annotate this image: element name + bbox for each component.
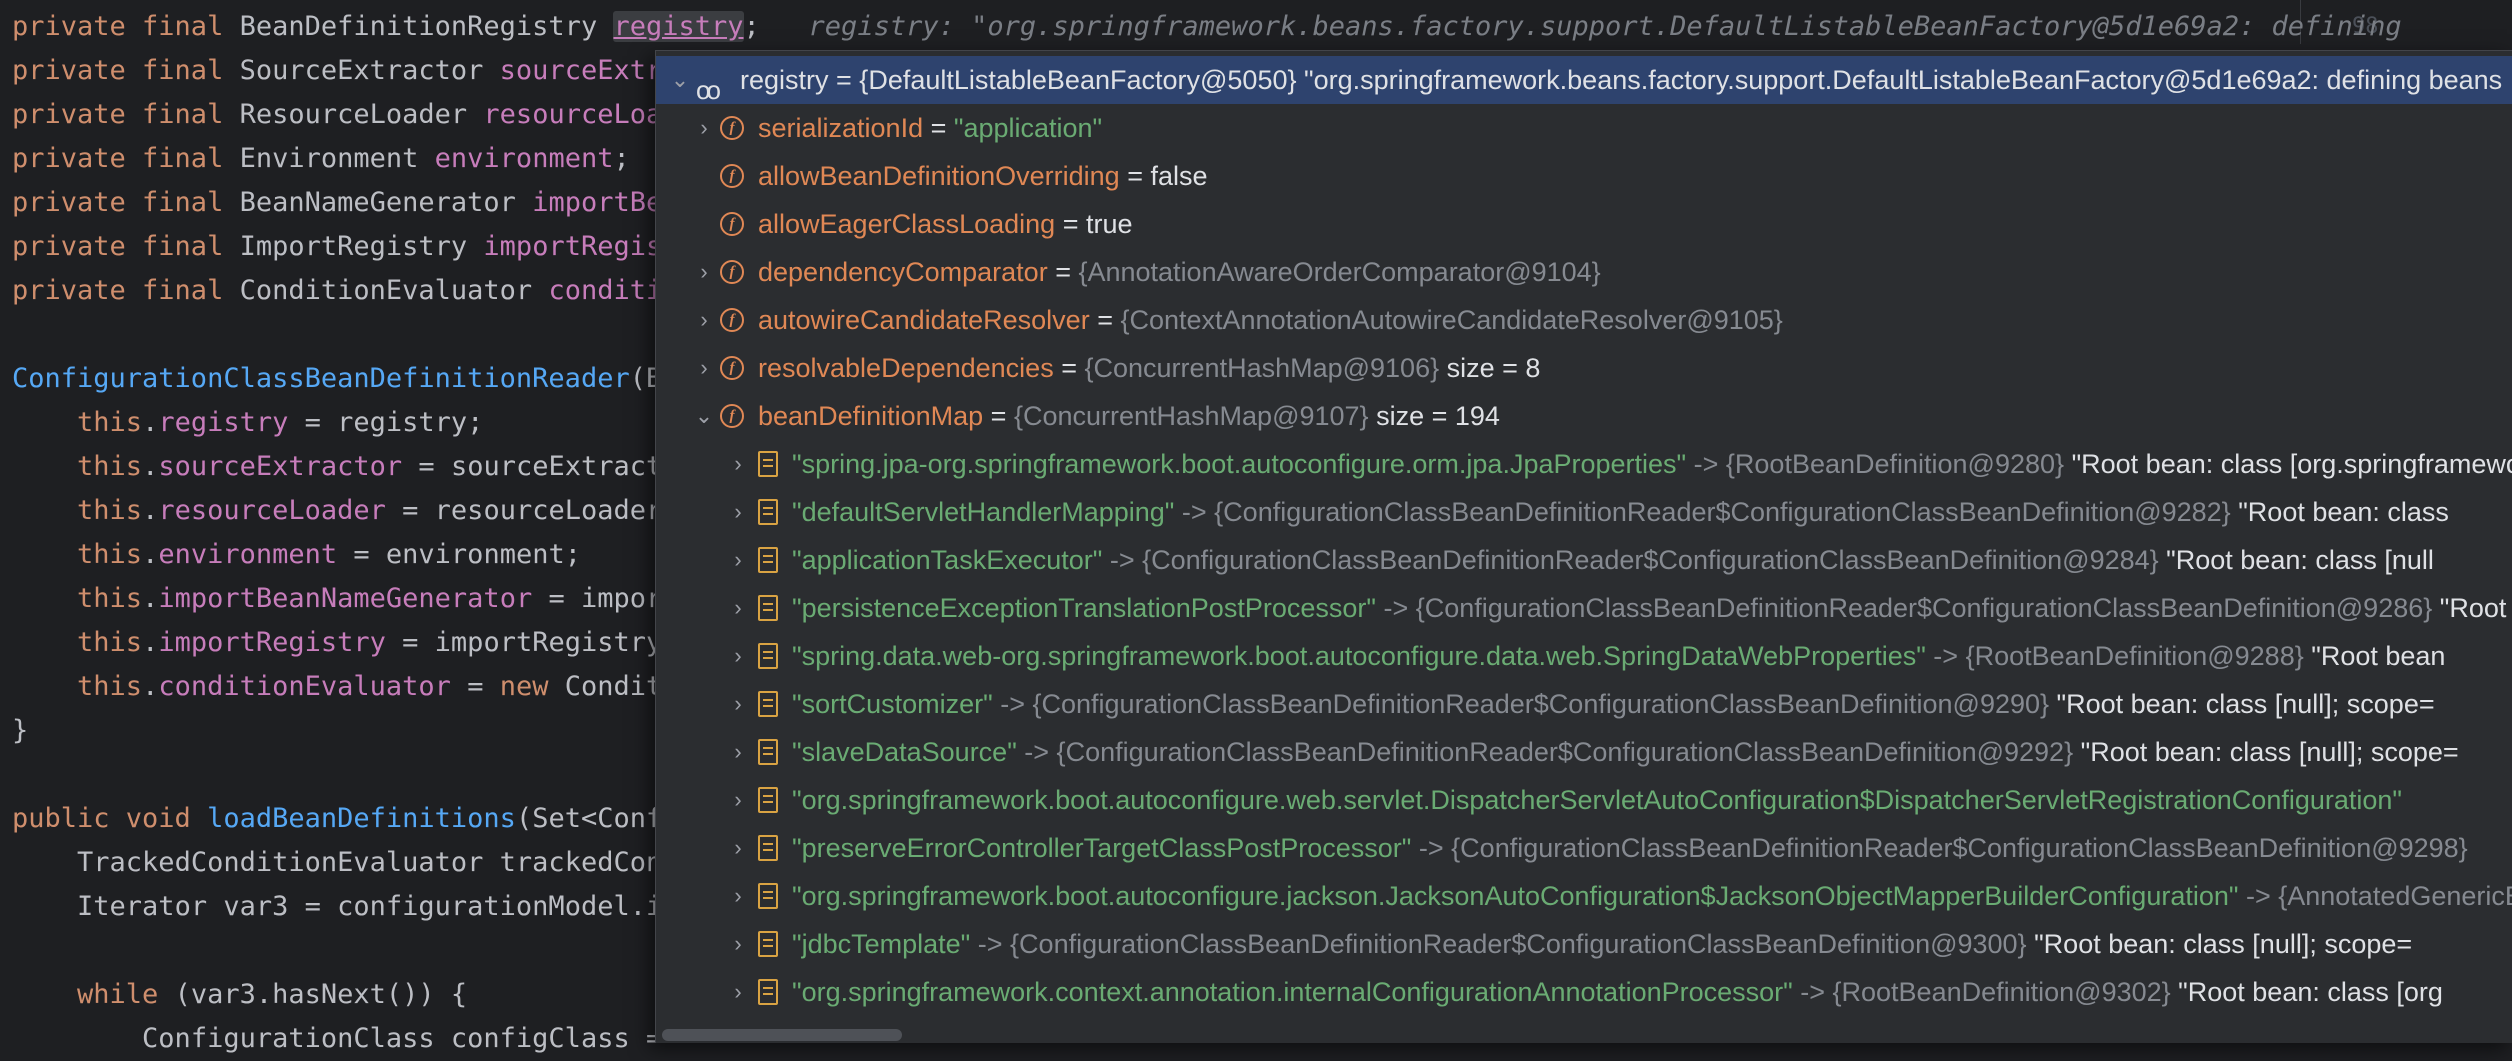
code-line[interactable]: this.importRegistry = importRegistry;	[12, 621, 678, 665]
code-line[interactable]: Iterator var3 = configurationModel.it	[12, 885, 678, 929]
chevron-right-icon[interactable]: ›	[724, 632, 752, 680]
scrollbar-thumb[interactable]	[662, 1029, 902, 1041]
map-entry-row[interactable]: › "org.springframework.boot.autoconfigur…	[656, 776, 2512, 824]
code-line[interactable]: private final BeanNameGenerator importBe…	[12, 181, 679, 225]
code-line[interactable]: while (var3.hasNext()) {	[12, 973, 467, 1017]
map-entry-row[interactable]: › "org.springframework.boot.autoconfigur…	[656, 872, 2512, 920]
code-line[interactable]: ConfigurationClassBeanDefinitionReader(B…	[12, 357, 679, 401]
chevron-right-icon[interactable]: ›	[724, 968, 752, 1016]
map-entry-icon	[758, 979, 778, 1005]
map-entry-row[interactable]: › "sortCustomizer" -> {ConfigurationClas…	[656, 680, 2512, 728]
field-icon: f	[720, 404, 744, 428]
map-entry-icon	[758, 835, 778, 861]
chevron-right-icon[interactable]: ›	[690, 248, 718, 296]
chevron-right-icon[interactable]: ›	[724, 776, 752, 824]
chevron-right-icon[interactable]: ›	[724, 680, 752, 728]
tree-row-field[interactable]: f allowBeanDefinitionOverriding = false	[656, 152, 2512, 200]
code-line[interactable]: this.environment = environment;	[12, 533, 581, 577]
debug-value-popup[interactable]: ⌄ oo registry = {DefaultListableBeanFact…	[655, 50, 2512, 1043]
code-line[interactable]: public void loadBeanDefinitions(Set<Conf…	[12, 797, 679, 841]
chevron-right-icon[interactable]: ›	[724, 584, 752, 632]
code-line[interactable]: private final Environment environment; e	[12, 137, 679, 181]
code-line[interactable]: this.registry = registry;	[12, 401, 483, 445]
code-line[interactable]: }	[12, 709, 28, 753]
map-entry-icon	[758, 547, 778, 573]
chevron-right-icon[interactable]: ›	[724, 920, 752, 968]
chevron-right-icon[interactable]: ›	[690, 296, 718, 344]
tree-row-root[interactable]: ⌄ oo registry = {DefaultListableBeanFact…	[656, 56, 2512, 104]
map-entry-icon	[758, 883, 778, 909]
chevron-right-icon[interactable]: ›	[724, 728, 752, 776]
watch-glasses-icon: oo	[696, 75, 721, 104]
code-line[interactable]: private final SourceExtractor sourceExtr…	[12, 49, 678, 93]
code-line[interactable]: this.importBeanNameGenerator = import	[12, 577, 678, 621]
map-entry-row[interactable]: › "persistenceExceptionTranslationPostPr…	[656, 584, 2512, 632]
map-entry-row[interactable]: › "applicationTaskExecutor" -> {Configur…	[656, 536, 2512, 584]
map-entry-icon	[758, 787, 778, 813]
field-icon: f	[720, 356, 744, 380]
chevron-right-icon[interactable]: ›	[724, 536, 752, 584]
map-entry-icon	[758, 499, 778, 525]
chevron-right-icon[interactable]: ›	[724, 488, 752, 536]
map-entry-icon	[758, 643, 778, 669]
map-entry-icon	[758, 595, 778, 621]
tree-row-field[interactable]: f allowEagerClassLoading = true	[656, 200, 2512, 248]
code-line[interactable]: this.sourceExtractor = sourceExtracto	[12, 445, 678, 489]
map-entry-icon	[758, 451, 778, 477]
map-entry-row[interactable]: › "spring.data.web-org.springframework.b…	[656, 632, 2512, 680]
map-entry-icon	[758, 739, 778, 765]
code-line[interactable]: ConfigurationClass configClass =	[12, 1017, 662, 1061]
tree-row-field[interactable]: ⌄ f beanDefinitionMap = {ConcurrentHashM…	[656, 392, 2512, 440]
field-icon: f	[720, 164, 744, 188]
map-entry-icon	[758, 931, 778, 957]
chevron-right-icon[interactable]: ›	[724, 440, 752, 488]
horizontal-scrollbar[interactable]	[656, 1021, 2512, 1043]
map-entry-row[interactable]: › "defaultServletHandlerMapping" -> {Con…	[656, 488, 2512, 536]
code-line[interactable]: TrackedConditionEvaluator trackedCond	[12, 841, 678, 885]
map-entry-row[interactable]: › "org.springframework.context.annotatio…	[656, 968, 2512, 1016]
inline-value-hint: registry: "org.springframework.beans.fac…	[808, 11, 2402, 42]
hovered-identifier[interactable]: registry	[613, 11, 744, 42]
field-icon: f	[720, 212, 744, 236]
chevron-down-icon[interactable]: ⌄	[666, 56, 694, 104]
map-entry-row[interactable]: › "jdbcTemplate" -> {ConfigurationClassB…	[656, 920, 2512, 968]
code-line[interactable]: private final ResourceLoader resourceLoa…	[12, 93, 679, 137]
tree-row-field[interactable]: › f serializationId = "application"	[656, 104, 2512, 152]
tree-row-field[interactable]: › f dependencyComparator = {AnnotationAw…	[656, 248, 2512, 296]
field-icon: f	[720, 116, 744, 140]
map-entry-row[interactable]: › "preserveErrorControllerTargetClassPos…	[656, 824, 2512, 872]
chevron-down-icon[interactable]: ⌄	[690, 392, 718, 440]
tree-row-field[interactable]: › f resolvableDependencies = {Concurrent…	[656, 344, 2512, 392]
code-line[interactable]: private final ImportRegistry importRegis…	[12, 225, 679, 269]
chevron-right-icon[interactable]: ›	[724, 872, 752, 920]
tree-row-field[interactable]: › f autowireCandidateResolver = {Context…	[656, 296, 2512, 344]
map-entry-row[interactable]: › "spring.jpa-org.springframework.boot.a…	[656, 440, 2512, 488]
code-line[interactable]: this.conditionEvaluator = new Conditi	[12, 665, 679, 709]
code-line[interactable]: private final BeanDefinitionRegistry reg…	[12, 5, 2402, 49]
map-entry-row[interactable]: › "slaveDataSource" -> {ConfigurationCla…	[656, 728, 2512, 776]
map-entry-icon	[758, 691, 778, 717]
chevron-right-icon[interactable]: ›	[690, 104, 718, 152]
chevron-right-icon[interactable]: ›	[690, 344, 718, 392]
chevron-right-icon[interactable]: ›	[724, 824, 752, 872]
code-line[interactable]: this.resourceLoader = resourceLoader;	[12, 489, 678, 533]
field-icon: f	[720, 308, 744, 332]
code-line[interactable]: private final ConditionEvaluator conditi…	[12, 269, 678, 313]
field-icon: f	[720, 260, 744, 284]
